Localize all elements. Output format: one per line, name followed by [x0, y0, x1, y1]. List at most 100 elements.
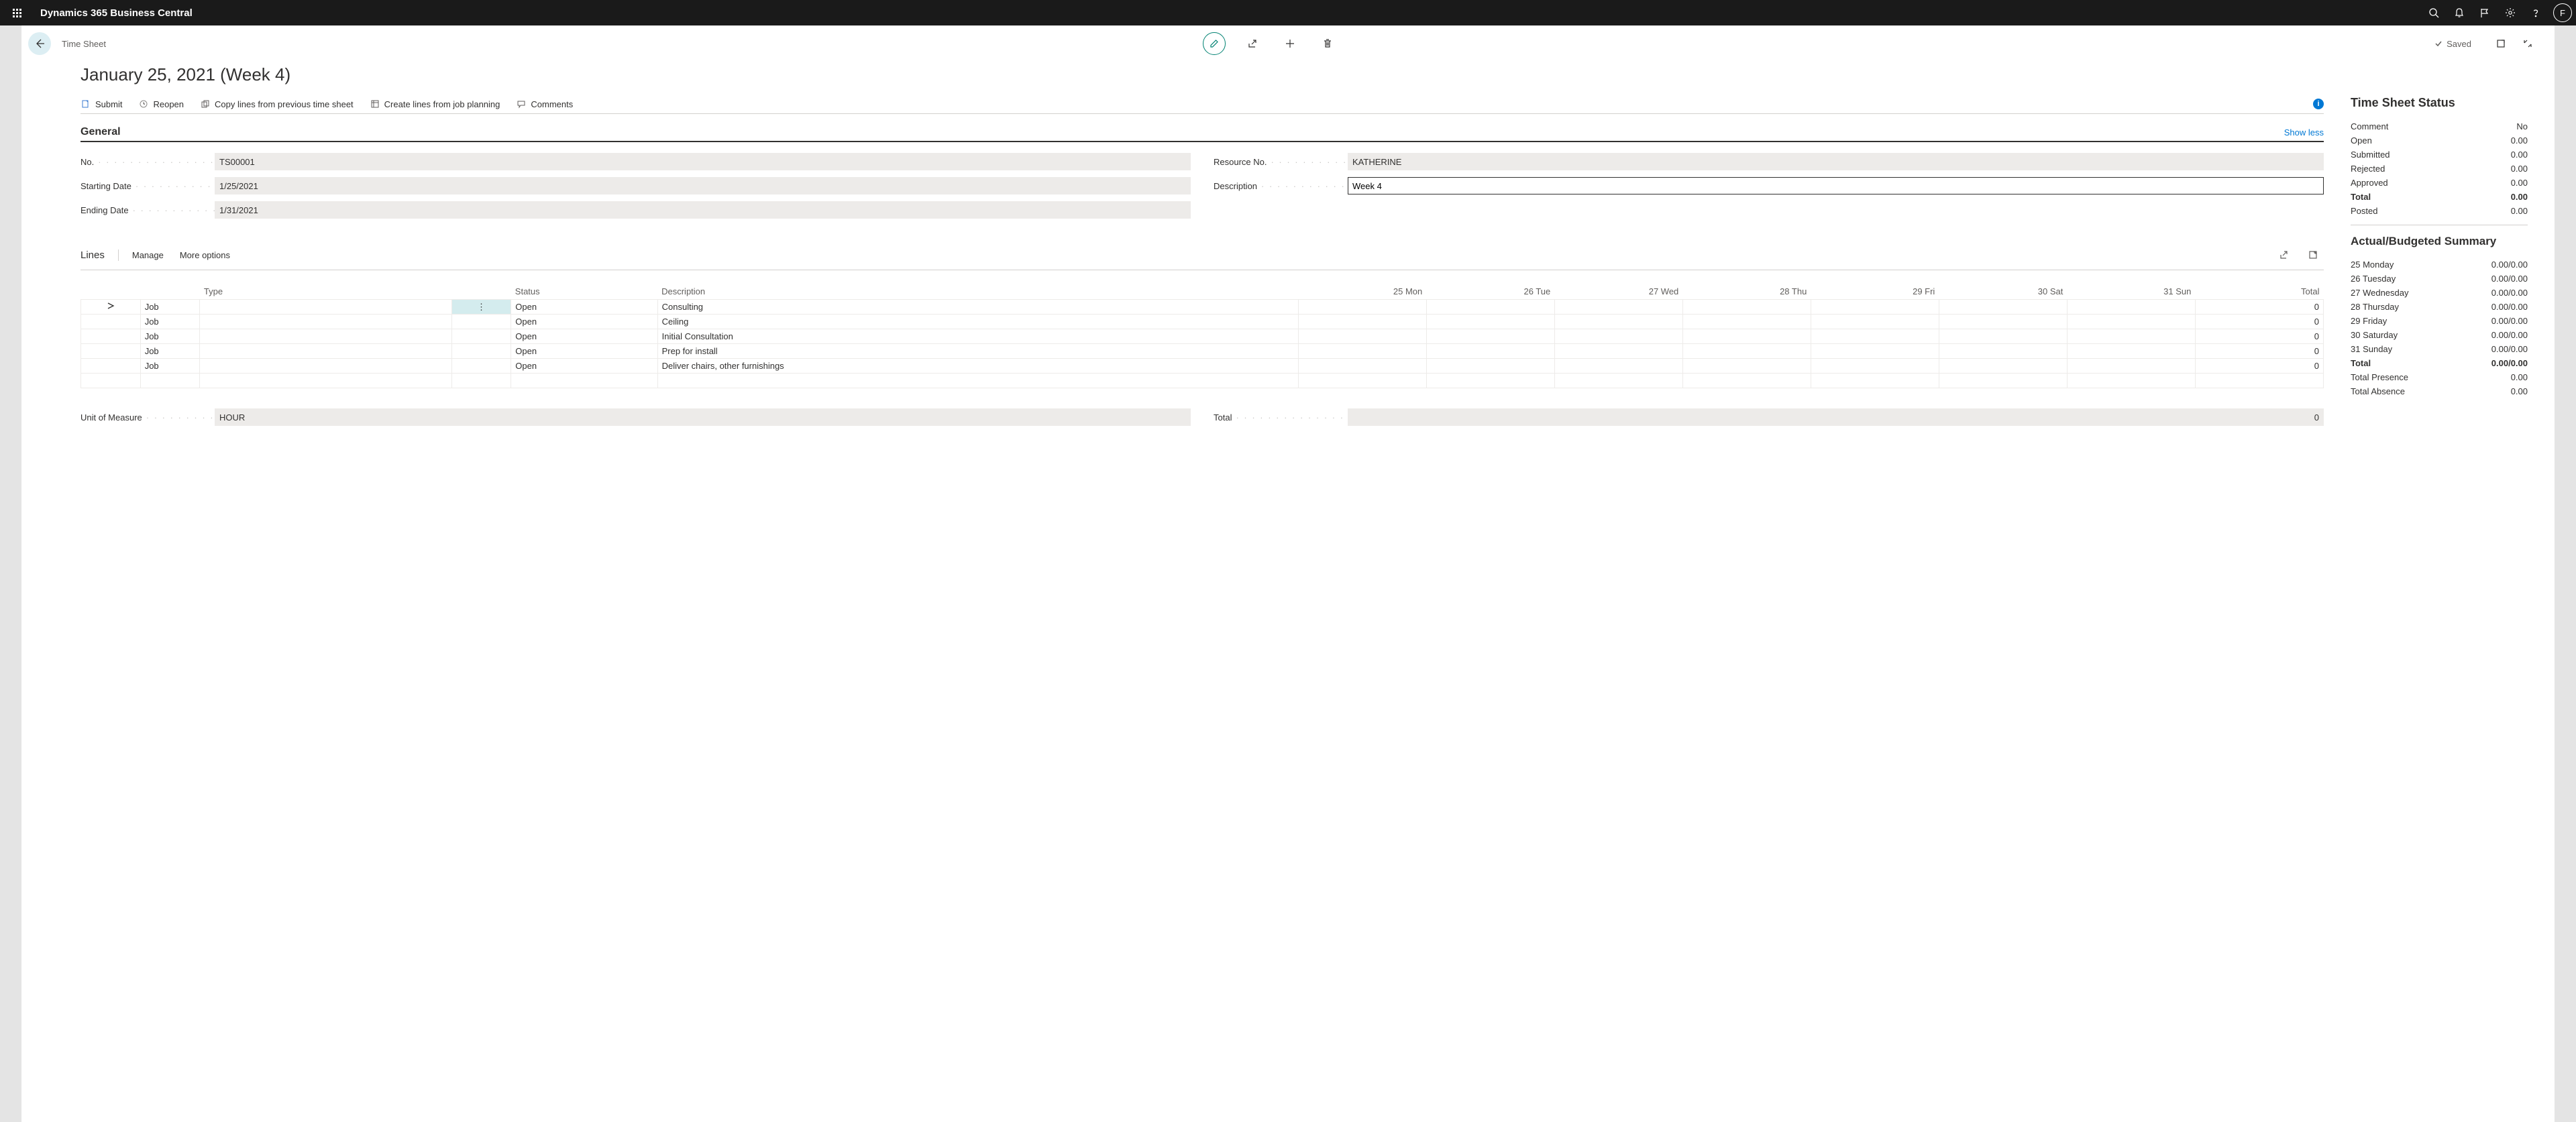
- table-row[interactable]: Job⋮OpenConsulting0: [81, 300, 2324, 315]
- fact-row[interactable]: 30 Saturday0.00/0.00: [2351, 328, 2528, 342]
- cell-d6[interactable]: [1939, 359, 2067, 374]
- search-icon[interactable]: [2422, 0, 2446, 25]
- cell-description[interactable]: Ceiling: [657, 315, 1298, 329]
- cell-total[interactable]: 0: [2195, 300, 2323, 315]
- show-less-link[interactable]: Show less: [2284, 127, 2324, 137]
- cell-d4[interactable]: [1682, 359, 1811, 374]
- row-selector[interactable]: [81, 315, 141, 329]
- reopen-action[interactable]: Reopen: [138, 99, 184, 109]
- fact-row[interactable]: 29 Friday0.00/0.00: [2351, 314, 2528, 328]
- description-input[interactable]: [1352, 181, 2319, 191]
- edit-button[interactable]: [1203, 32, 1226, 55]
- help-icon[interactable]: [2524, 0, 2548, 25]
- back-button[interactable]: [28, 32, 51, 55]
- cell-d6[interactable]: [1939, 329, 2067, 344]
- fact-row[interactable]: Total0.00/0.00: [2351, 356, 2528, 370]
- fact-row[interactable]: 28 Thursday0.00/0.00: [2351, 300, 2528, 314]
- col-d4[interactable]: 28 Thu: [1682, 284, 1811, 300]
- fact-row[interactable]: Posted0.00: [2351, 204, 2528, 218]
- col-description[interactable]: Description: [657, 284, 1298, 300]
- row-selector[interactable]: [81, 344, 141, 359]
- notifications-icon[interactable]: [2447, 0, 2471, 25]
- create-lines-action[interactable]: Create lines from job planning: [370, 99, 500, 109]
- fact-row[interactable]: 25 Monday0.00/0.00: [2351, 258, 2528, 272]
- cell-d3[interactable]: [1554, 359, 1682, 374]
- col-type[interactable]: Type: [200, 284, 451, 300]
- row-selector[interactable]: [81, 329, 141, 344]
- cell-d1[interactable]: [1298, 315, 1426, 329]
- general-header[interactable]: General Show less: [80, 126, 2324, 142]
- fact-row[interactable]: 27 Wednesday0.00/0.00: [2351, 286, 2528, 300]
- cell-d5[interactable]: [1811, 344, 1939, 359]
- summary-factbox-title[interactable]: Actual/Budgeted Summary: [2351, 235, 2528, 248]
- info-badge[interactable]: i: [2313, 99, 2324, 109]
- col-d5[interactable]: 29 Fri: [1811, 284, 1939, 300]
- table-row[interactable]: Job OpenPrep for install 0: [81, 344, 2324, 359]
- row-menu[interactable]: [451, 359, 511, 374]
- collapse-button[interactable]: [2517, 33, 2538, 54]
- cell-d6[interactable]: [1939, 344, 2067, 359]
- fact-row[interactable]: Approved0.00: [2351, 176, 2528, 190]
- cell-type[interactable]: Job: [140, 315, 200, 329]
- cell-d4[interactable]: [1682, 315, 1811, 329]
- fact-row[interactable]: 31 Sunday0.00/0.00: [2351, 342, 2528, 356]
- cell-blank[interactable]: [200, 315, 451, 329]
- cell-description[interactable]: Prep for install: [657, 344, 1298, 359]
- user-avatar[interactable]: F: [2553, 3, 2572, 22]
- popout-button[interactable]: [2490, 33, 2512, 54]
- cell-d3[interactable]: [1554, 315, 1682, 329]
- table-row[interactable]: JobOpenInitial Consultation0: [81, 329, 2324, 344]
- cell-d6[interactable]: [1939, 315, 2067, 329]
- cell-d7[interactable]: [2067, 359, 2195, 374]
- cell-status[interactable]: Open: [511, 344, 657, 359]
- cell-type[interactable]: Job: [140, 344, 200, 359]
- cell-d6[interactable]: [1939, 300, 2067, 315]
- cell-d2[interactable]: [1426, 315, 1554, 329]
- col-d2[interactable]: 26 Tue: [1426, 284, 1554, 300]
- row-menu[interactable]: ⋮: [451, 300, 511, 315]
- settings-icon[interactable]: [2498, 0, 2522, 25]
- field-description-value[interactable]: [1348, 177, 2324, 194]
- more-options-action[interactable]: More options: [180, 250, 230, 260]
- lines-share-icon[interactable]: [2273, 244, 2294, 266]
- lines-expand-icon[interactable]: [2302, 244, 2324, 266]
- cell-d5[interactable]: [1811, 300, 1939, 315]
- col-d7[interactable]: 31 Sun: [2067, 284, 2195, 300]
- cell-d5[interactable]: [1811, 315, 1939, 329]
- cell-d2[interactable]: [1426, 344, 1554, 359]
- cell-d7[interactable]: [2067, 329, 2195, 344]
- cell-d4[interactable]: [1682, 344, 1811, 359]
- cell-type[interactable]: Job: [140, 300, 200, 315]
- col-d1[interactable]: 25 Mon: [1298, 284, 1426, 300]
- col-d3[interactable]: 27 Wed: [1554, 284, 1682, 300]
- fact-row[interactable]: 26 Tuesday0.00/0.00: [2351, 272, 2528, 286]
- table-row[interactable]: JobOpenCeiling0: [81, 315, 2324, 329]
- delete-button[interactable]: [1317, 33, 1338, 54]
- cell-d5[interactable]: [1811, 359, 1939, 374]
- app-launcher-icon[interactable]: [4, 0, 30, 25]
- cell-d5[interactable]: [1811, 329, 1939, 344]
- cell-d7[interactable]: [2067, 300, 2195, 315]
- cell-d1[interactable]: [1298, 344, 1426, 359]
- row-menu[interactable]: [451, 344, 511, 359]
- lines-grid[interactable]: Type Status Description 25 Mon 26 Tue 27…: [80, 284, 2324, 388]
- cell-total[interactable]: 0: [2195, 344, 2323, 359]
- cell-d2[interactable]: [1426, 300, 1554, 315]
- fact-row[interactable]: Submitted0.00: [2351, 148, 2528, 162]
- cell-blank[interactable]: [200, 359, 451, 374]
- new-button[interactable]: [1279, 33, 1301, 54]
- fact-row[interactable]: Open0.00: [2351, 133, 2528, 148]
- cell-d1[interactable]: [1298, 329, 1426, 344]
- cell-d1[interactable]: [1298, 359, 1426, 374]
- fact-row[interactable]: Rejected0.00: [2351, 162, 2528, 176]
- cell-status[interactable]: Open: [511, 300, 657, 315]
- cell-d2[interactable]: [1426, 329, 1554, 344]
- cell-status[interactable]: Open: [511, 329, 657, 344]
- copy-lines-action[interactable]: Copy lines from previous time sheet: [200, 99, 354, 109]
- row-menu[interactable]: [451, 329, 511, 344]
- cell-d1[interactable]: [1298, 300, 1426, 315]
- lines-title[interactable]: Lines: [80, 249, 119, 261]
- col-d6[interactable]: 30 Sat: [1939, 284, 2067, 300]
- col-total[interactable]: Total: [2195, 284, 2323, 300]
- cell-type[interactable]: Job: [140, 359, 200, 374]
